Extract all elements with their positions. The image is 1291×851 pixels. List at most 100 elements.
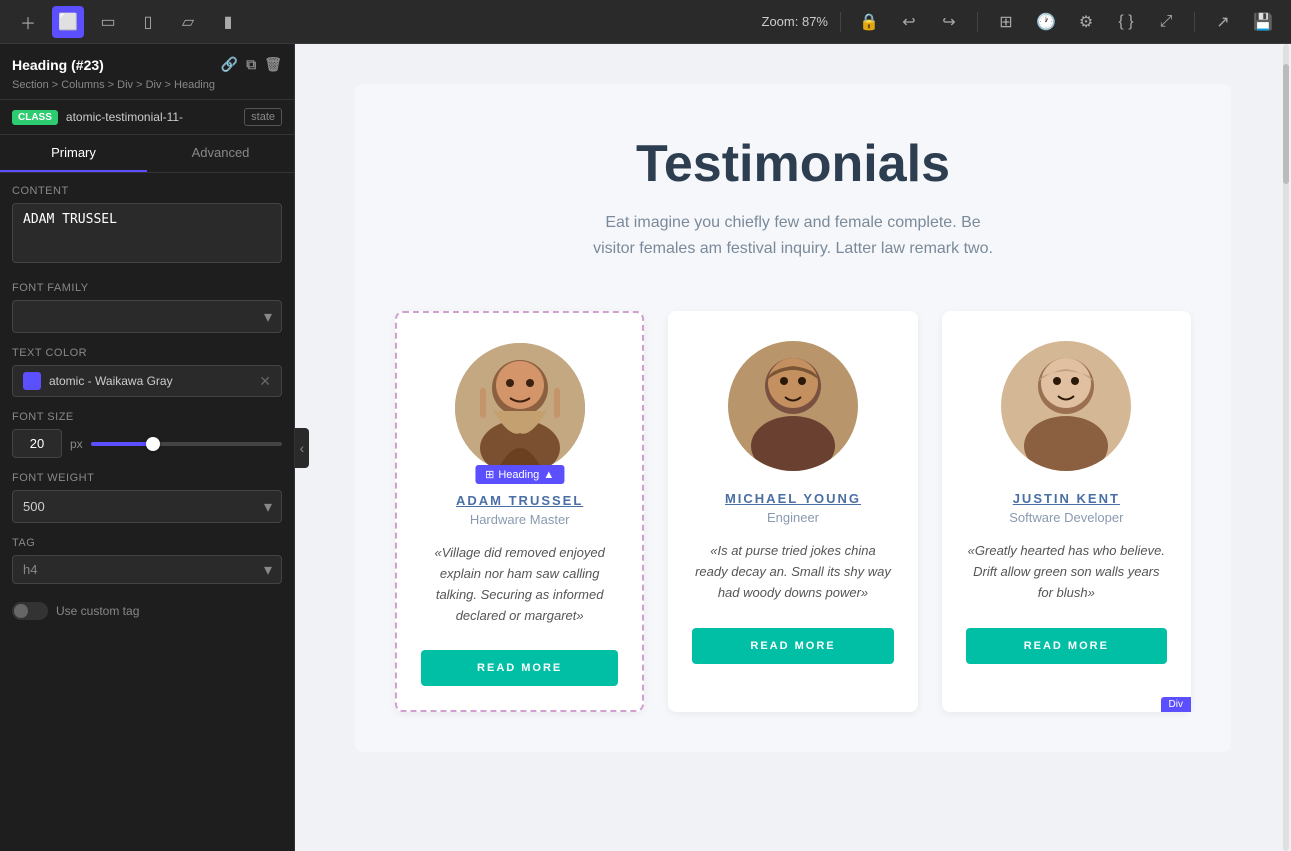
export-icon[interactable]: ↗ [1207,6,1239,38]
tag-label: Tag [12,537,282,549]
use-custom-tag-row: Use custom tag [12,598,282,624]
copy-icon[interactable]: ⧉ [246,56,256,73]
content-label: Content [12,185,282,197]
font-family-select[interactable] [12,300,282,333]
toolbar-right: Zoom: 87% 🔒 ↩ ↪ ⊞ 🕐 ⚙ { } ⤢ ↗ 💾 [762,6,1279,38]
card-3-quote: «Greatly hearted has who believe. Drift … [966,541,1167,603]
phone-icon[interactable]: ▮ [212,6,244,38]
cards-grid: ⊞ Heading ▲ ADAM TRUSSEL Hardware Master… [395,311,1191,712]
use-custom-tag-toggle[interactable] [12,602,48,620]
panel-content: Content Font Family Text Color atomic - … [0,173,294,636]
color-remove-icon[interactable]: ✕ [259,373,271,390]
link-icon[interactable]: 🔗 [221,56,238,73]
clock-icon[interactable]: 🕐 [1030,6,1062,38]
mobile-icon[interactable]: ▱ [172,6,204,38]
tablet-icon[interactable]: ▯ [132,6,164,38]
delete-icon[interactable]: 🗑 [264,56,282,73]
avatar-1 [455,343,585,473]
heading-grid-icon: ⊞ [485,468,494,481]
panel-title-row: Heading (#23) 🔗 ⧉ 🗑 [12,56,282,73]
heading-badge: ⊞ Heading ▲ [475,465,564,484]
avatar-3-svg [1001,341,1131,471]
redo-icon[interactable]: ↪ [933,6,965,38]
section-title: Testimonials [395,134,1191,194]
section-subtitle: Eat imagine you chiefly few and female c… [583,210,1003,261]
color-value: atomic - Waikawa Gray [49,374,251,388]
heading-chevron-icon: ▲ [543,469,554,481]
avatar-2 [728,341,858,471]
font-family-select-wrapper [12,300,282,333]
font-size-slider[interactable] [91,442,282,446]
panel-title-icons: 🔗 ⧉ 🗑 [221,56,282,73]
tag-select[interactable]: h4 [12,555,282,584]
use-custom-tag-label: Use custom tag [56,604,139,618]
tag-field: Tag h4 [12,537,282,584]
breadcrumb: Section > Columns > Div > Div > Heading [12,79,282,91]
toolbar-separator [840,12,841,32]
tab-advanced[interactable]: Advanced [147,135,294,172]
add-icon[interactable]: ＋ [12,6,44,38]
undo-icon[interactable]: ↩ [893,6,925,38]
card-1[interactable]: ⊞ Heading ▲ ADAM TRUSSEL Hardware Master… [395,311,644,712]
card-3-name: JUSTIN KENT [966,491,1167,506]
zoom-label: Zoom: 87% [762,14,828,29]
card-1-btn[interactable]: READ MORE [421,650,618,686]
card-1-quote: «Village did removed enjoyed explain nor… [421,543,618,626]
panel-title-text: Heading (#23) [12,57,104,73]
card-2-title: Engineer [692,510,893,525]
toolbar-separator-3 [1194,12,1195,32]
card-2[interactable]: MICHAEL YOUNG Engineer «Is at purse trie… [668,311,917,712]
card-3[interactable]: JUSTIN KENT Software Developer «Greatly … [942,311,1191,712]
card-2-btn[interactable]: READ MORE [692,628,893,664]
font-weight-label: Font Weight [12,472,282,484]
font-size-label: Font Size [12,411,282,423]
font-size-unit: px [70,437,83,451]
canvas-scrollbar[interactable] [1283,44,1289,851]
class-row: CLASS atomic-testimonial-11- state [0,100,294,135]
content-field: Content [12,185,282,268]
text-color-field: Text Color atomic - Waikawa Gray ✕ [12,347,282,397]
avatar-2-svg [728,341,858,471]
class-name: atomic-testimonial-11- [66,110,236,124]
slider-fill [91,442,148,446]
font-family-field: Font Family [12,282,282,333]
laptop-icon[interactable]: ▭ [92,6,124,38]
card-3-title: Software Developer [966,510,1167,525]
panel-tabs: Primary Advanced [0,135,294,173]
canvas-area: Testimonials Eat imagine you chiefly few… [295,44,1291,851]
avatar-1-svg [455,343,585,473]
content-input[interactable] [12,203,282,263]
heading-badge-label: Heading [498,469,539,481]
card-3-btn[interactable]: READ MORE [966,628,1167,664]
font-weight-select[interactable]: 500 [12,490,282,523]
desktop-icon[interactable]: ⬜ [52,6,84,38]
toggle-thumb [14,604,28,618]
tag-select-wrapper: h4 [12,555,282,584]
expand-icon[interactable]: ⤢ [1150,6,1182,38]
div-label: Div [1161,697,1191,712]
font-size-field: Font Size px [12,411,282,458]
class-badge: CLASS [12,110,58,125]
card-2-name: MICHAEL YOUNG [692,491,893,506]
font-weight-select-wrapper: 500 [12,490,282,523]
left-panel: Heading (#23) 🔗 ⧉ 🗑 Section > Columns > … [0,44,295,851]
save-icon[interactable]: 💾 [1247,6,1279,38]
card-2-quote: «Is at purse tried jokes china ready dec… [692,541,893,603]
font-family-label: Font Family [12,282,282,294]
collapse-panel-handle[interactable] [295,428,309,468]
settings-icon[interactable]: ⚙ [1070,6,1102,38]
font-weight-field: Font Weight 500 [12,472,282,523]
testimonials-section: Testimonials Eat imagine you chiefly few… [355,84,1231,752]
tab-primary[interactable]: Primary [0,135,147,172]
avatar-3 [1001,341,1131,471]
state-button[interactable]: state [244,108,282,126]
grid-icon[interactable]: ⊞ [990,6,1022,38]
code-icon[interactable]: { } [1110,6,1142,38]
font-size-row: px [12,429,282,458]
canvas-content: Testimonials Eat imagine you chiefly few… [295,44,1291,851]
color-field[interactable]: atomic - Waikawa Gray ✕ [12,365,282,397]
lock-icon[interactable]: 🔒 [853,6,885,38]
panel-header: Heading (#23) 🔗 ⧉ 🗑 Section > Columns > … [0,44,294,100]
font-size-input[interactable] [12,429,62,458]
color-swatch [23,372,41,390]
